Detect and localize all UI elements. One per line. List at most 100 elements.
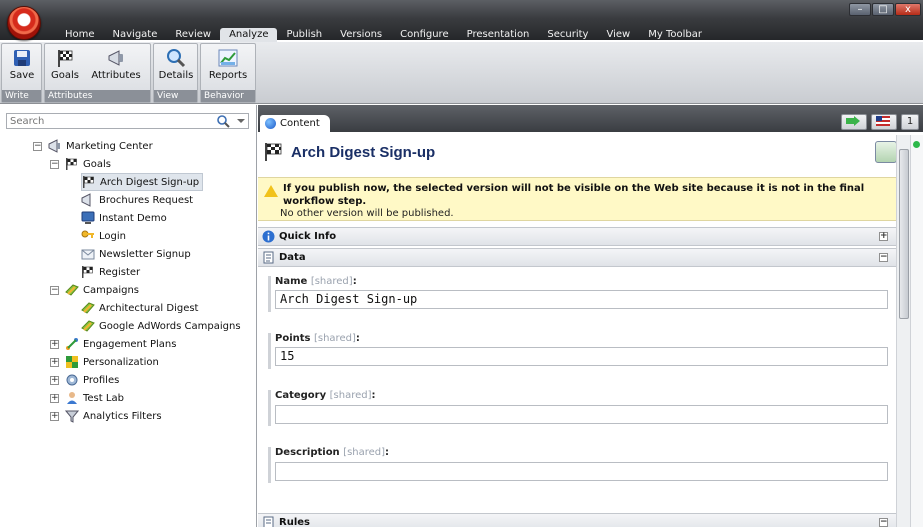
- scrollbar-thumb[interactable]: [899, 149, 909, 319]
- us-flag-icon: [876, 116, 890, 126]
- save-button[interactable]: Save: [4, 44, 40, 92]
- tab-publish[interactable]: Publish: [277, 28, 331, 42]
- editor-tools: 1: [841, 114, 919, 130]
- vertical-scrollbar[interactable]: [896, 135, 910, 527]
- tree-node-analytics-filters[interactable]: + Analytics Filters: [50, 407, 162, 425]
- tab-content[interactable]: Content: [260, 115, 330, 132]
- tree-label: Arch Digest Sign-up: [100, 176, 200, 188]
- page-title: Arch Digest Sign-up: [291, 143, 436, 161]
- tree-label: Register: [99, 266, 141, 278]
- tree-node-profiles[interactable]: + Profiles: [50, 371, 119, 389]
- field-label-text: Description: [275, 447, 340, 458]
- ribbon: Save Write Goals Attributes Attributes D…: [0, 42, 923, 104]
- description-input[interactable]: [275, 462, 888, 481]
- details-label: Details: [158, 70, 194, 81]
- tree-node-goal-item[interactable]: Instant Demo: [81, 209, 167, 227]
- tree-node-goal-item[interactable]: Brochures Request: [81, 191, 193, 209]
- checkered-flag-icon: [82, 266, 93, 278]
- search-input[interactable]: [7, 114, 207, 129]
- version-selector-button[interactable]: 1: [901, 114, 919, 130]
- tree-node-engagement-plans[interactable]: + Engagement Plans: [50, 335, 176, 353]
- collapse-toggle-icon[interactable]: −: [879, 518, 888, 527]
- group-label-attributes: Attributes: [45, 90, 150, 102]
- tab-security[interactable]: Security: [538, 28, 597, 42]
- minimize-button[interactable]: –: [849, 3, 871, 16]
- expand-toggle-icon[interactable]: +: [50, 393, 59, 403]
- title-bar: Home Navigate Review Analyze Publish Ver…: [0, 0, 923, 42]
- category-input[interactable]: [275, 405, 888, 424]
- tree-node-goals[interactable]: − Goals: [50, 155, 111, 173]
- green-arrow-icon: [846, 116, 860, 126]
- tree-label: Instant Demo: [99, 212, 167, 224]
- tree-label: Analytics Filters: [83, 410, 162, 422]
- search-dropdown-icon[interactable]: [237, 119, 245, 123]
- magnifier-icon: [167, 49, 186, 68]
- reports-button[interactable]: Reports: [203, 44, 253, 92]
- personalization-icon: [66, 356, 78, 368]
- collapse-toggle-icon[interactable]: −: [33, 141, 42, 151]
- field-label-text: Points: [275, 333, 311, 344]
- tree-node-campaign-item[interactable]: Google AdWords Campaigns: [81, 317, 241, 335]
- editor-tab-bar: Content 1: [258, 105, 923, 132]
- field-name: Name [shared]: Arch Digest Sign-up: [268, 276, 895, 312]
- megaphone-icon: [108, 50, 123, 66]
- tree-node-goal-item[interactable]: Register: [81, 263, 140, 281]
- expand-toggle-icon[interactable]: +: [879, 232, 888, 241]
- tree-label: Architectural Digest: [99, 302, 199, 314]
- tab-review[interactable]: Review: [166, 28, 220, 42]
- tab-configure[interactable]: Configure: [391, 28, 457, 42]
- tab-presentation[interactable]: Presentation: [458, 28, 539, 42]
- section-data[interactable]: Data −: [258, 248, 896, 267]
- tab-versions[interactable]: Versions: [331, 28, 391, 42]
- attributes-button[interactable]: Attributes: [85, 44, 147, 92]
- tab-navigate[interactable]: Navigate: [104, 28, 167, 42]
- section-rules[interactable]: Rules −: [258, 513, 896, 527]
- tree-node-test-lab[interactable]: + Test Lab: [50, 389, 124, 407]
- collapse-toggle-icon[interactable]: −: [879, 253, 888, 262]
- app-menu-orb-icon[interactable]: [7, 6, 41, 40]
- tree-label: Personalization: [83, 356, 159, 368]
- navigate-arrow-button[interactable]: [841, 114, 867, 130]
- expand-toggle-icon[interactable]: +: [50, 375, 59, 385]
- name-input[interactable]: Arch Digest Sign-up: [275, 290, 888, 309]
- expand-toggle-icon[interactable]: +: [50, 339, 59, 349]
- campaign-icon: [81, 302, 95, 314]
- close-button[interactable]: x: [895, 3, 921, 16]
- ribbon-group-view: Details View: [153, 43, 198, 103]
- section-title: Data: [279, 252, 306, 263]
- expand-toggle-icon[interactable]: +: [50, 357, 59, 367]
- tree-node-goal-item[interactable]: Newsletter Signup: [81, 245, 191, 263]
- item-header: Arch Digest Sign-up: [263, 138, 435, 166]
- expand-toggle-icon[interactable]: +: [50, 411, 59, 421]
- tab-view[interactable]: View: [597, 28, 639, 42]
- details-button[interactable]: Details: [156, 44, 196, 92]
- search-icon[interactable]: [216, 114, 230, 128]
- section-title: Quick Info: [279, 231, 337, 242]
- tab-my-toolbar[interactable]: My Toolbar: [639, 28, 711, 42]
- tree-node-personalization[interactable]: + Personalization: [50, 353, 159, 371]
- content-tab-icon: [265, 118, 276, 129]
- content-tree-pane: − Marketing Center − Goals Arch Digest S…: [0, 105, 257, 527]
- validation-badge-icon[interactable]: [875, 141, 897, 163]
- tree-node-marketing-center[interactable]: − Marketing Center: [33, 137, 153, 155]
- tree-node-campaigns[interactable]: − Campaigns: [50, 281, 139, 299]
- reports-label: Reports: [208, 70, 248, 81]
- goals-button[interactable]: Goals: [47, 44, 83, 92]
- field-label: Category [shared]:: [275, 390, 376, 401]
- tree-node-goal-item[interactable]: Arch Digest Sign-up: [81, 173, 204, 191]
- language-flag-button[interactable]: [871, 114, 897, 130]
- collapse-toggle-icon[interactable]: −: [50, 159, 59, 169]
- collapse-toggle-icon[interactable]: −: [50, 285, 59, 295]
- megaphone-icon: [48, 139, 60, 153]
- ribbon-group-behavior: Reports Behavior: [200, 43, 256, 103]
- tree-node-goal-item[interactable]: Login: [81, 227, 126, 245]
- tree-node-campaign-item[interactable]: Architectural Digest: [81, 299, 198, 317]
- tab-home[interactable]: Home: [56, 28, 104, 42]
- tab-content-label: Content: [280, 118, 320, 129]
- tree-label: Profiles: [83, 374, 120, 386]
- section-quick-info[interactable]: Quick Info +: [258, 227, 896, 246]
- maximize-button[interactable]: □: [872, 3, 894, 16]
- checkered-flag-icon: [265, 143, 282, 161]
- tab-analyze[interactable]: Analyze: [220, 28, 278, 42]
- points-input[interactable]: 15: [275, 347, 888, 366]
